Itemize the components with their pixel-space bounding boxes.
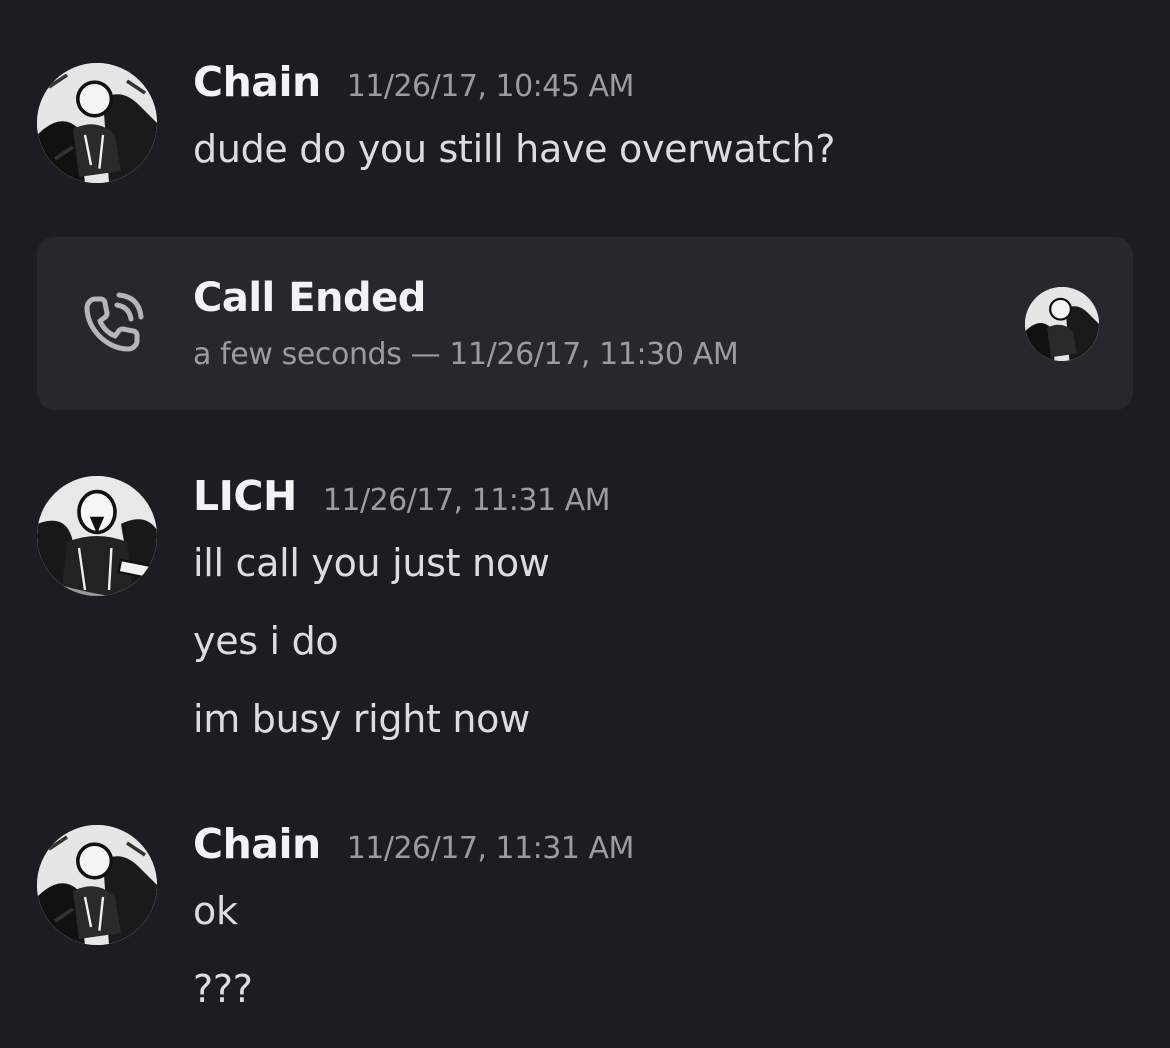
- username[interactable]: Chain: [193, 58, 321, 106]
- message-text: ill call you just now: [193, 541, 550, 585]
- phone-call-icon: [84, 292, 144, 352]
- avatar-chain[interactable]: [37, 63, 157, 183]
- call-title: Call Ended: [193, 275, 426, 321]
- call-ended-card: Call Ended a few seconds — 11/26/17, 11:…: [37, 237, 1133, 410]
- call-participant-avatar[interactable]: [1025, 287, 1099, 361]
- message-text: yes i do: [193, 619, 339, 663]
- avatar-chain[interactable]: [37, 825, 157, 945]
- username[interactable]: LICH: [193, 472, 297, 520]
- message-header: Chain 11/26/17, 10:45 AM: [193, 58, 634, 106]
- message-text: dude do you still have overwatch?: [193, 127, 836, 171]
- avatar-lich[interactable]: [37, 476, 157, 596]
- username[interactable]: Chain: [193, 820, 321, 868]
- timestamp: 11/26/17, 10:45 AM: [346, 69, 635, 104]
- message-header: LICH 11/26/17, 11:31 AM: [193, 472, 611, 520]
- call-meta: a few seconds — 11/26/17, 11:30 AM: [193, 337, 739, 372]
- message-text: ok: [193, 889, 238, 933]
- message-text: ???: [193, 967, 253, 1011]
- message-text: im busy right now: [193, 697, 530, 741]
- timestamp: 11/26/17, 11:31 AM: [346, 831, 635, 866]
- message-header: Chain 11/26/17, 11:31 AM: [193, 820, 634, 868]
- timestamp: 11/26/17, 11:31 AM: [322, 483, 611, 518]
